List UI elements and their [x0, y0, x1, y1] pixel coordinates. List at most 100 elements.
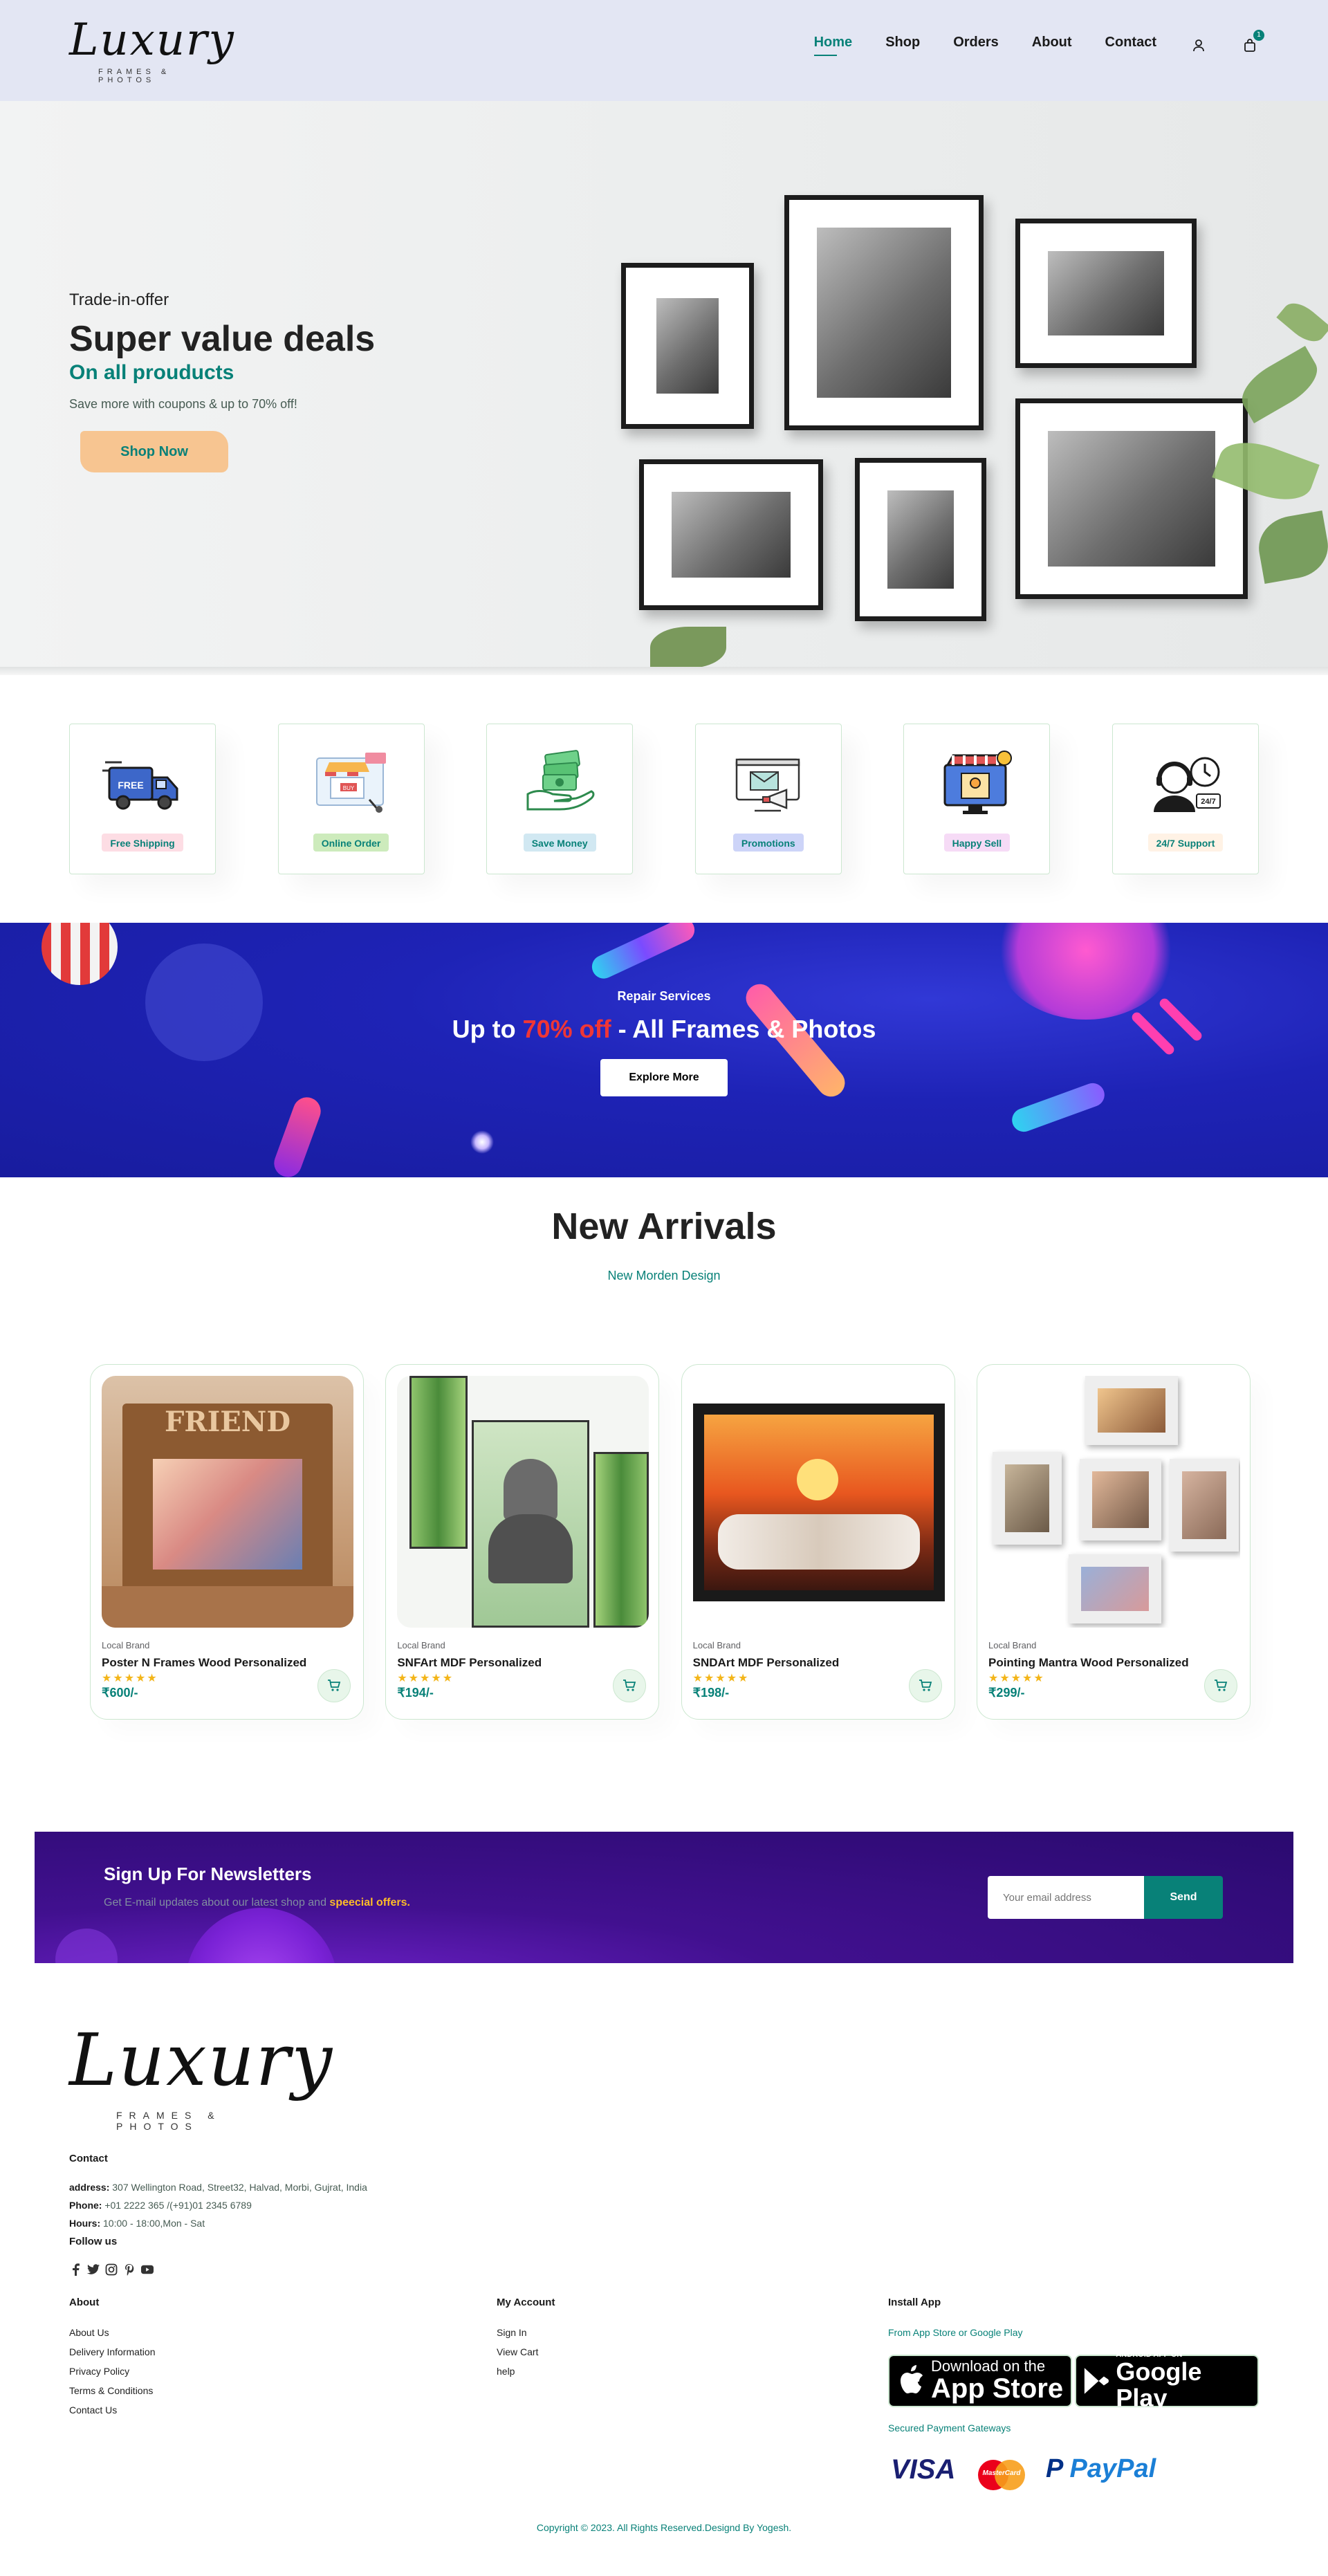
product-card[interactable]: Local Brand SNDArt MDF Personalized ★★★★…	[681, 1364, 955, 1720]
nav-contact[interactable]: Contact	[1105, 35, 1156, 56]
send-button[interactable]: Send	[1144, 1876, 1223, 1919]
feature-support: 24/7 24/7 Support	[1112, 724, 1259, 874]
mastercard-logo: MasterCard	[978, 2460, 1025, 2490]
delivery-information-link[interactable]: Delivery Information	[69, 2346, 156, 2357]
contact-hours: Hours: 10:00 - 18:00,Mon - Sat	[69, 2218, 205, 2229]
app-store-button[interactable]: Download on the App Store	[888, 2355, 1072, 2407]
add-to-cart-button[interactable]	[1204, 1669, 1237, 1702]
email-input[interactable]	[988, 1876, 1144, 1919]
paypal-logo: P PayPal	[1046, 2454, 1156, 2483]
newsletter-description: Get E-mail updates about our latest shop…	[104, 1897, 410, 1908]
new-arrivals-title: New Arrivals	[551, 1206, 777, 1247]
user-icon[interactable]	[1190, 37, 1208, 55]
cart-icon	[623, 1680, 636, 1691]
privacy-policy-link[interactable]: Privacy Policy	[69, 2366, 129, 2377]
cart-icon	[919, 1680, 932, 1691]
help-link[interactable]: help	[497, 2366, 515, 2377]
product-brand: Local Brand	[397, 1640, 445, 1650]
contact-address: address: 307 Wellington Road, Street32, …	[69, 2182, 367, 2193]
cart-icon	[1214, 1680, 1228, 1691]
banner-text: Repair Services Up to 70% off - All Fram…	[0, 989, 1328, 1096]
product-card[interactable]: Local Brand Pointing Mantra Wood Persona…	[976, 1364, 1251, 1720]
newsletter-form: Send	[988, 1876, 1223, 1919]
product-card[interactable]: FRIEND Local Brand Poster N Frames Wood …	[90, 1364, 364, 1720]
sign-in-link[interactable]: Sign In	[497, 2327, 527, 2338]
view-cart-link[interactable]: View Cart	[497, 2346, 538, 2357]
explore-more-button[interactable]: Explore More	[600, 1059, 728, 1096]
truck-icon: FREE	[101, 745, 184, 821]
about-heading: About	[69, 2297, 100, 2308]
product-price: ₹198/-	[692, 1686, 730, 1700]
add-to-cart-button[interactable]	[317, 1669, 351, 1702]
terms-conditions-link[interactable]: Terms & Conditions	[69, 2385, 153, 2396]
hero-title: Super value deals	[69, 319, 376, 359]
footer-logo[interactable]: Luxury FRAMES & PHOTOS	[69, 2024, 332, 2132]
logo-subtitle: FRAMES & PHOTOS	[98, 68, 171, 84]
product-price: ₹600/-	[102, 1686, 138, 1700]
nav-about[interactable]: About	[1032, 35, 1072, 56]
contact-heading: Contact	[69, 2153, 108, 2164]
wall-frame	[621, 263, 754, 429]
nav-shop[interactable]: Shop	[885, 35, 920, 56]
product-name: SNDArt MDF Personalized	[692, 1656, 840, 1669]
newsletter-title: Sign Up For Newsletters	[104, 1864, 312, 1884]
add-to-cart-button[interactable]	[908, 1669, 942, 1702]
my-account-heading: My Account	[497, 2297, 555, 2308]
footer-logo-subtitle: FRAMES & PHOTOS	[116, 2110, 221, 2132]
youtube-icon[interactable]	[141, 2263, 154, 2276]
add-to-cart-button[interactable]	[613, 1669, 647, 1702]
wall-frame	[1015, 398, 1248, 599]
instagram-icon[interactable]	[105, 2263, 118, 2276]
feature-label: Online Order	[313, 834, 389, 852]
shop-now-button[interactable]: Shop Now	[80, 431, 228, 472]
product-price: ₹194/-	[397, 1686, 434, 1700]
nav-home[interactable]: Home	[813, 35, 852, 56]
follow-us-heading: Follow us	[69, 2236, 118, 2247]
install-app-heading: Install App	[888, 2297, 941, 2308]
product-brand: Local Brand	[102, 1640, 150, 1650]
wall-frame	[784, 195, 984, 430]
footer-logo-text: Luxury	[69, 2018, 334, 2102]
feature-happy-sell: Happy Sell	[903, 724, 1051, 874]
pinterest-icon[interactable]	[123, 2263, 136, 2276]
google-play-big-text: Google Play	[1116, 2357, 1202, 2412]
facebook-icon[interactable]	[69, 2263, 82, 2276]
product-name: Poster N Frames Wood Personalized	[102, 1656, 307, 1669]
copyright-text: Copyright © 2023. All Rights Reserved.De…	[536, 2522, 792, 2533]
new-arrivals-subtitle: New Morden Design	[607, 1269, 721, 1282]
logo-text: Luxury	[69, 15, 235, 66]
product-card[interactable]: Local Brand SNFArt MDF Personalized ★★★★…	[385, 1364, 660, 1720]
online-store-icon: BUY	[310, 745, 393, 821]
rating-stars-icon: ★★★★★	[988, 1671, 1045, 1684]
shopping-bag-icon[interactable]: 1	[1241, 29, 1264, 55]
site-header: Luxury FRAMES & PHOTOS Home Shop Orders …	[0, 0, 1328, 101]
svg-text:24/7: 24/7	[1201, 798, 1215, 806]
feature-label: Promotions	[732, 834, 804, 852]
install-app-text: From App Store or Google Play	[888, 2327, 1023, 2338]
product-image-horses-sunset[interactable]	[692, 1376, 945, 1628]
product-image-friends-frame[interactable]: FRIEND	[102, 1376, 353, 1628]
product-list: FRIEND Local Brand Poster N Frames Wood …	[90, 1364, 1251, 1720]
wall-frame	[1015, 219, 1197, 368]
product-name: Pointing Mantra Wood Personalized	[988, 1656, 1189, 1669]
balloon-decoration	[42, 923, 118, 985]
newsletter-section: Sign Up For Newsletters Get E-mail updat…	[35, 1832, 1293, 1963]
hero-description: Save more with coupons & up to 70% off!	[69, 397, 297, 411]
contact-us-link[interactable]: Contact Us	[69, 2404, 117, 2416]
megaphone-icon	[727, 745, 810, 821]
twitter-icon[interactable]	[87, 2263, 100, 2276]
feature-label: Happy Sell	[943, 834, 1011, 852]
features-section: FREE Free Shipping BUY Online Order Save…	[69, 724, 1259, 874]
rating-stars-icon: ★★★★★	[397, 1671, 454, 1684]
nav-orders[interactable]: Orders	[953, 35, 999, 56]
product-price: ₹299/-	[988, 1686, 1025, 1700]
product-image-buddha-bamboo[interactable]	[397, 1376, 649, 1628]
about-us-link[interactable]: About Us	[69, 2327, 109, 2338]
feature-online-order: BUY Online Order	[277, 724, 425, 874]
google-play-button[interactable]: ANDROID APP ON Google Play	[1075, 2350, 1259, 2411]
rating-stars-icon: ★★★★★	[102, 1671, 158, 1684]
product-image-photo-collage[interactable]	[988, 1376, 1240, 1628]
payment-gateways-text: Secured Payment Gateways	[888, 2422, 1011, 2434]
feature-label: 24/7 Support	[1147, 834, 1224, 852]
logo[interactable]: Luxury FRAMES & PHOTOS	[69, 14, 234, 84]
